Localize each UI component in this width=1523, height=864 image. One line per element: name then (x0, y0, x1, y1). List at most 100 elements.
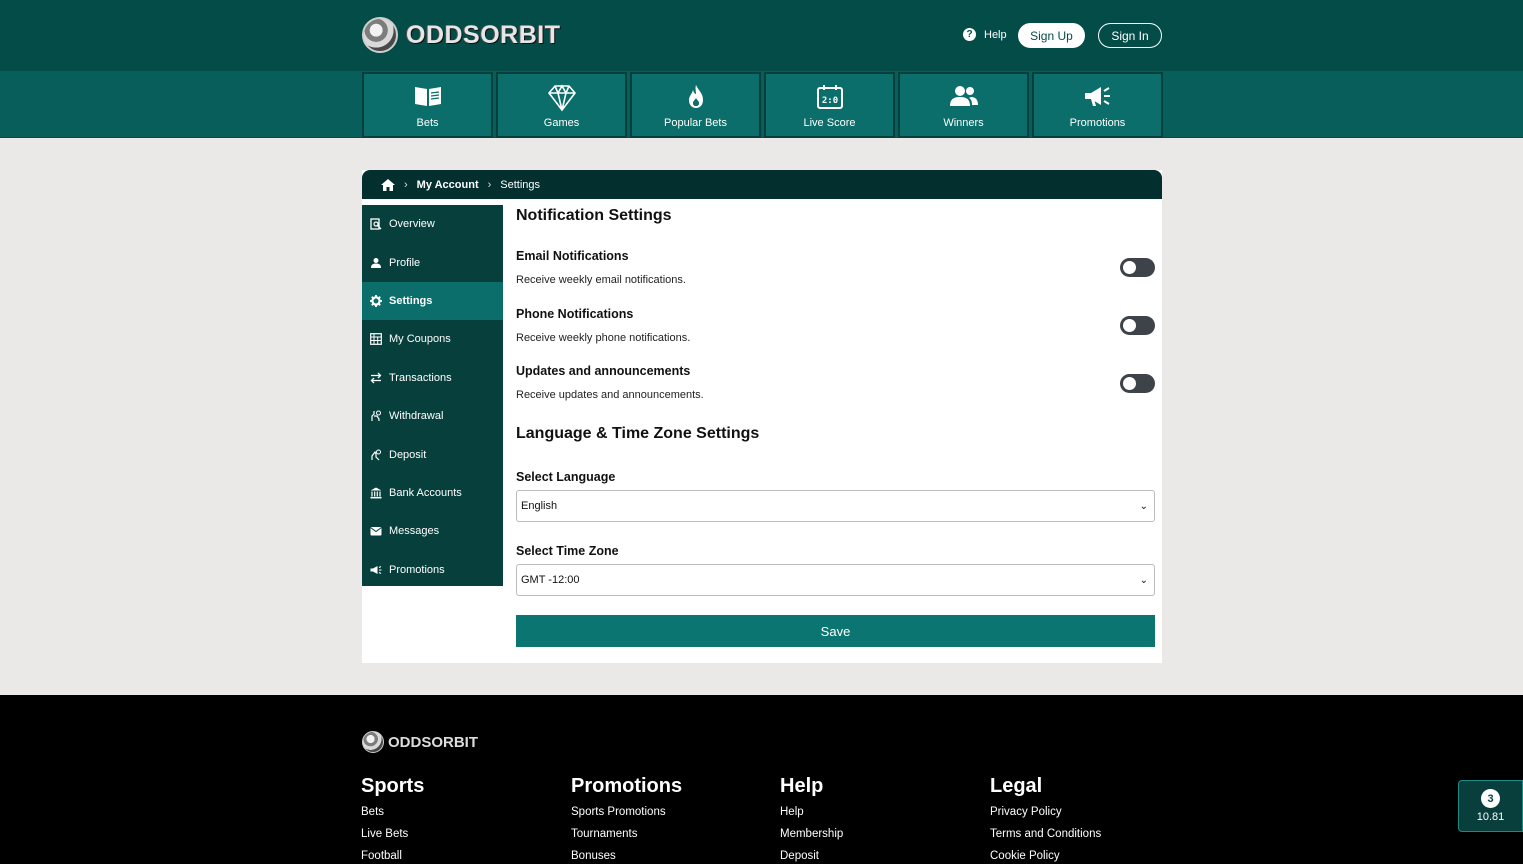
sign-in-button[interactable]: Sign In (1098, 23, 1162, 48)
footer-link[interactable]: Bonuses (571, 850, 682, 864)
users-icon (949, 86, 978, 106)
chevron-down-icon: ⌄ (1139, 501, 1148, 512)
breadcrumb-my-account[interactable]: My Account (417, 179, 479, 191)
sidebar-item-promotions[interactable]: Promotions (362, 551, 503, 589)
footer-logo[interactable]: ODDSORBIT (362, 731, 478, 753)
sidebar-item-label: Overview (389, 218, 435, 231)
betslip-count: 3 (1481, 789, 1500, 808)
sidebar-item-settings[interactable]: Settings (362, 281, 503, 321)
home-icon[interactable] (381, 178, 395, 191)
chevron-down-icon: ⌄ (1139, 575, 1148, 586)
breadcrumb: › My Account › Settings (362, 170, 1162, 199)
sidebar-item-messages[interactable]: Messages (362, 512, 503, 550)
nav-promotions[interactable]: Promotions (1032, 72, 1163, 138)
gear-icon (370, 294, 382, 307)
table-icon (370, 333, 382, 346)
fire-icon (688, 85, 703, 108)
footer-link[interactable]: Live Bets (361, 828, 424, 850)
sidebar-item-label: Promotions (389, 563, 445, 576)
nav-popular-bets[interactable]: Popular Bets (630, 72, 761, 138)
sidebar-item-label: Bank Accounts (389, 486, 462, 499)
footer-link[interactable]: Terms and Conditions (990, 828, 1101, 850)
nav-label: Promotions (1069, 117, 1126, 129)
footer-link[interactable]: Cookie Policy (990, 850, 1101, 864)
sidebar-item-profile[interactable]: Profile (362, 243, 503, 281)
language-select[interactable]: English ⌄ (516, 490, 1155, 522)
betslip-badge[interactable]: 3 10.81 (1458, 780, 1523, 832)
footer-link[interactable]: Bets (361, 806, 424, 828)
updates-announcements-desc: Receive updates and announcements. (516, 389, 704, 401)
nav-bets[interactable]: Bets (362, 72, 493, 138)
main-nav: Bets Games Popular Bets 2:0 Live Score W… (0, 70, 1523, 138)
settings-card: › My Account › Settings Overview Profile… (362, 170, 1162, 663)
nav-live-score[interactable]: 2:0 Live Score (764, 72, 895, 138)
envelope-icon (370, 527, 382, 536)
footer-col-promotions: Promotions Sports Promotions Tournaments… (571, 775, 682, 864)
phone-notifications-toggle[interactable] (1120, 316, 1155, 335)
nav-winners[interactable]: Winners (898, 72, 1029, 138)
nav-label: Live Score (803, 117, 856, 129)
diamond-icon (547, 84, 576, 112)
phone-notifications-title: Phone Notifications (516, 307, 634, 321)
sidebar-item-transactions[interactable]: Transactions (362, 359, 503, 397)
language-timezone-title: Language & Time Zone Settings (516, 425, 760, 442)
footer-col-help: Help Help Membership Deposit (780, 775, 843, 864)
user-icon (371, 257, 381, 268)
footer-link[interactable]: Membership (780, 828, 843, 850)
nav-games[interactable]: Games (496, 72, 627, 138)
timezone-select-value: GMT -12:00 (521, 574, 580, 586)
sidebar-item-label: Messages (389, 525, 440, 538)
help-label: Help (984, 28, 1007, 41)
footer-col-sports: Sports Bets Live Bets Football (361, 775, 424, 864)
nav-label: Popular Bets (664, 117, 727, 129)
footer-link[interactable]: Football (361, 850, 424, 864)
sidebar-item-label: My Coupons (389, 333, 451, 346)
sidebar-item-label: Deposit (389, 448, 427, 461)
footer-col-legal: Legal Privacy Policy Terms and Condition… (990, 775, 1101, 864)
sidebar-item-label: Withdrawal (389, 410, 444, 423)
email-notifications-title: Email Notifications (516, 249, 629, 263)
language-select-value: English (521, 500, 558, 512)
phone-notifications-desc: Receive weekly phone notifications. (516, 332, 691, 344)
footer-link[interactable]: Help (780, 806, 843, 828)
sidebar-item-overview[interactable]: Overview (362, 205, 503, 243)
footer-link[interactable]: Privacy Policy (990, 806, 1101, 828)
search-doc-icon (370, 218, 382, 230)
chevron-right-icon: › (404, 178, 408, 191)
soccer-ball-icon (362, 731, 384, 753)
logo[interactable]: ODDSORBIT (362, 17, 561, 53)
footer: ODDSORBIT Sports Bets Live Bets Football… (0, 695, 1523, 864)
book-icon (414, 87, 441, 106)
sign-up-button[interactable]: Sign Up (1018, 23, 1085, 48)
footer-link[interactable]: Deposit (780, 850, 843, 864)
bank-icon (370, 487, 382, 499)
sidebar-item-withdrawal[interactable]: Withdrawal (362, 397, 503, 435)
footer-col-title: Sports (361, 775, 425, 797)
updates-announcements-toggle[interactable] (1120, 374, 1155, 393)
transfer-icon (370, 372, 382, 384)
brand-name: ODDSORBIT (406, 20, 561, 49)
help-link[interactable]: ? Help (963, 28, 1007, 41)
sidebar-item-bank-accounts[interactable]: Bank Accounts (362, 474, 503, 512)
hand-money-icon (371, 410, 381, 422)
hand-coin-icon (371, 449, 381, 460)
notification-settings-title: Notification Settings (516, 207, 672, 224)
sidebar-item-label: Transactions (389, 371, 452, 384)
timezone-select[interactable]: GMT -12:00 ⌄ (516, 564, 1155, 596)
breadcrumb-current: Settings (500, 178, 541, 191)
sidebar-item-my-coupons[interactable]: My Coupons (362, 320, 503, 358)
email-notifications-toggle[interactable] (1120, 258, 1155, 277)
question-icon: ? (963, 28, 976, 41)
nav-label: Games (543, 117, 580, 129)
footer-link[interactable]: Sports Promotions (571, 806, 682, 828)
scoreboard-icon: 2:0 (816, 85, 843, 109)
email-notifications-desc: Receive weekly email notifications. (516, 274, 686, 286)
footer-col-title: Promotions (571, 775, 683, 797)
header: ODDSORBIT ? Help Sign Up Sign In (0, 0, 1523, 70)
betslip-odds: 10.81 (1476, 811, 1505, 823)
sidebar-item-deposit[interactable]: Deposit (362, 435, 503, 473)
updates-announcements-title: Updates and announcements (516, 364, 691, 378)
save-button[interactable]: Save (516, 615, 1155, 647)
footer-brand-name: ODDSORBIT (388, 733, 478, 751)
footer-link[interactable]: Tournaments (571, 828, 682, 850)
